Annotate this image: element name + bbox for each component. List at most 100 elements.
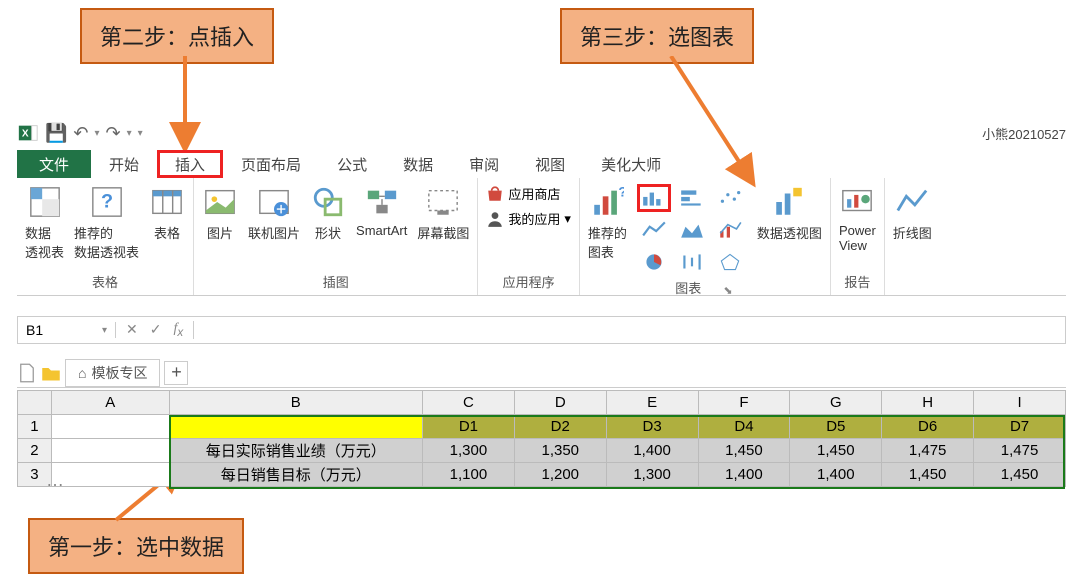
area-chart-button[interactable] — [675, 216, 709, 244]
group-apps: 应用商店 我的应用 ▾ 应用程序 — [478, 178, 580, 295]
tab-data[interactable]: 数据 — [385, 150, 451, 178]
new-sheet-icon[interactable] — [17, 363, 37, 383]
cell[interactable]: 1,450 — [698, 439, 790, 463]
col-header[interactable]: B — [169, 391, 422, 415]
cell[interactable]: 1,400 — [606, 439, 698, 463]
row-header[interactable]: 1 — [18, 415, 52, 439]
col-header[interactable]: C — [423, 391, 515, 415]
redo-icon[interactable]: ↷ — [106, 123, 121, 144]
cancel-icon[interactable]: ✕ — [126, 321, 138, 339]
spreadsheet-grid[interactable]: A B C D E F G H I 1 D1 D2 D3 D4 D5 D6 D7… — [17, 390, 1066, 487]
cell[interactable]: D7 — [974, 415, 1066, 439]
cell[interactable]: D3 — [606, 415, 698, 439]
svg-text:?: ? — [619, 185, 625, 200]
group-sparklines: 折线图 — [885, 178, 940, 295]
pivot-table-button[interactable]: 数据 透视表 — [25, 184, 64, 261]
scatter-chart-button[interactable] — [713, 184, 747, 212]
radar-chart-button[interactable] — [713, 248, 747, 276]
smartart-button[interactable]: SmartArt — [356, 184, 407, 238]
group-tables: 数据 透视表 ? 推荐的 数据透视表 表格 表格 — [17, 178, 194, 295]
cell[interactable]: 每日销售目标（万元） — [169, 463, 422, 487]
name-box[interactable]: B1▾ — [18, 322, 116, 338]
col-header[interactable]: F — [698, 391, 790, 415]
cell[interactable]: D4 — [698, 415, 790, 439]
sparkline-line-button[interactable]: 折线图 — [893, 184, 932, 242]
cell[interactable]: 1,300 — [606, 463, 698, 487]
cell[interactable]: 1,200 — [514, 463, 606, 487]
line-chart-button[interactable] — [637, 216, 671, 244]
arrow-step-2 — [165, 56, 205, 152]
col-header[interactable]: H — [882, 391, 974, 415]
cell[interactable]: 1,450 — [882, 463, 974, 487]
cell[interactable]: D1 — [423, 415, 515, 439]
cell[interactable] — [51, 463, 169, 487]
row-header[interactable]: 2 — [18, 439, 52, 463]
tab-file[interactable]: 文件 — [17, 150, 91, 178]
pie-chart-button[interactable] — [637, 248, 671, 276]
quick-access-toolbar: X 💾 ↶▾ ↷▾ ▾ — [17, 120, 143, 146]
arrow-step-3 — [665, 56, 785, 190]
template-tab[interactable]: ⌂模板专区 — [65, 359, 160, 387]
recommended-charts-button[interactable]: ? 推荐的 图表 — [588, 184, 627, 261]
online-picture-button[interactable]: 联机图片 — [248, 184, 300, 242]
power-view-button[interactable]: Power View — [839, 184, 876, 253]
cell[interactable]: 1,450 — [974, 463, 1066, 487]
col-header[interactable]: I — [974, 391, 1066, 415]
picture-button[interactable]: 图片 — [202, 184, 238, 242]
tab-formulas[interactable]: 公式 — [319, 150, 385, 178]
group-reports: Power View 报告 — [831, 178, 885, 295]
col-header[interactable]: G — [790, 391, 882, 415]
pivot-chart-button[interactable]: 数据透视图 — [757, 184, 822, 242]
column-chart-button[interactable] — [637, 184, 671, 212]
bar-chart-button[interactable] — [675, 184, 709, 212]
formula-bar: B1▾ ✕ ✓ fx — [17, 316, 1066, 344]
cell[interactable]: 每日实际销售业绩（万元） — [169, 439, 422, 463]
undo-icon[interactable]: ↶ — [73, 123, 88, 144]
recommended-pivot-icon: ? — [89, 184, 125, 220]
tab-home[interactable]: 开始 — [91, 150, 157, 178]
cell[interactable]: 1,475 — [882, 439, 974, 463]
cell[interactable]: 1,400 — [698, 463, 790, 487]
cell[interactable]: 1,300 — [423, 439, 515, 463]
select-all-corner[interactable] — [18, 391, 52, 415]
enter-icon[interactable]: ✓ — [150, 321, 162, 339]
cell[interactable]: 1,100 — [423, 463, 515, 487]
cell[interactable]: 1,350 — [514, 439, 606, 463]
cell[interactable] — [51, 439, 169, 463]
screenshot-button[interactable]: 屏幕截图 — [417, 184, 469, 242]
cell[interactable] — [169, 415, 422, 439]
recommended-pivot-button[interactable]: ? 推荐的 数据透视表 — [74, 184, 139, 261]
stock-chart-button[interactable] — [675, 248, 709, 276]
picture-icon — [202, 184, 238, 220]
cell[interactable]: 1,450 — [790, 439, 882, 463]
my-apps-button[interactable]: 我的应用 ▾ — [486, 209, 571, 228]
cell[interactable]: D2 — [514, 415, 606, 439]
group-charts-label: 图表 — [675, 276, 701, 299]
sparkline-icon — [894, 184, 930, 220]
cell[interactable] — [51, 415, 169, 439]
combo-chart-button[interactable] — [713, 216, 747, 244]
ellipsis: … — [46, 470, 66, 491]
cell[interactable]: 1,400 — [790, 463, 882, 487]
tab-review[interactable]: 审阅 — [451, 150, 517, 178]
cell[interactable]: D6 — [882, 415, 974, 439]
tab-insert[interactable]: 插入 — [157, 150, 223, 178]
charts-dialog-icon[interactable]: ⬊ — [723, 284, 732, 297]
save-icon[interactable]: 💾 — [45, 123, 67, 144]
shapes-button[interactable]: 形状 — [310, 184, 346, 242]
col-header[interactable]: E — [606, 391, 698, 415]
fx-icon[interactable]: fx — [173, 321, 183, 339]
table-button[interactable]: 表格 — [149, 184, 185, 242]
table-icon — [149, 184, 185, 220]
app-store-button[interactable]: 应用商店 — [486, 184, 571, 203]
folder-icon[interactable] — [41, 363, 61, 383]
tab-view[interactable]: 视图 — [517, 150, 583, 178]
tab-beautify[interactable]: 美化大师 — [583, 150, 679, 178]
cell[interactable]: D5 — [790, 415, 882, 439]
group-apps-label: 应用程序 — [503, 270, 555, 293]
tab-page-layout[interactable]: 页面布局 — [223, 150, 319, 178]
col-header[interactable]: D — [514, 391, 606, 415]
col-header[interactable]: A — [51, 391, 169, 415]
add-sheet-button[interactable]: + — [164, 361, 188, 385]
cell[interactable]: 1,475 — [974, 439, 1066, 463]
